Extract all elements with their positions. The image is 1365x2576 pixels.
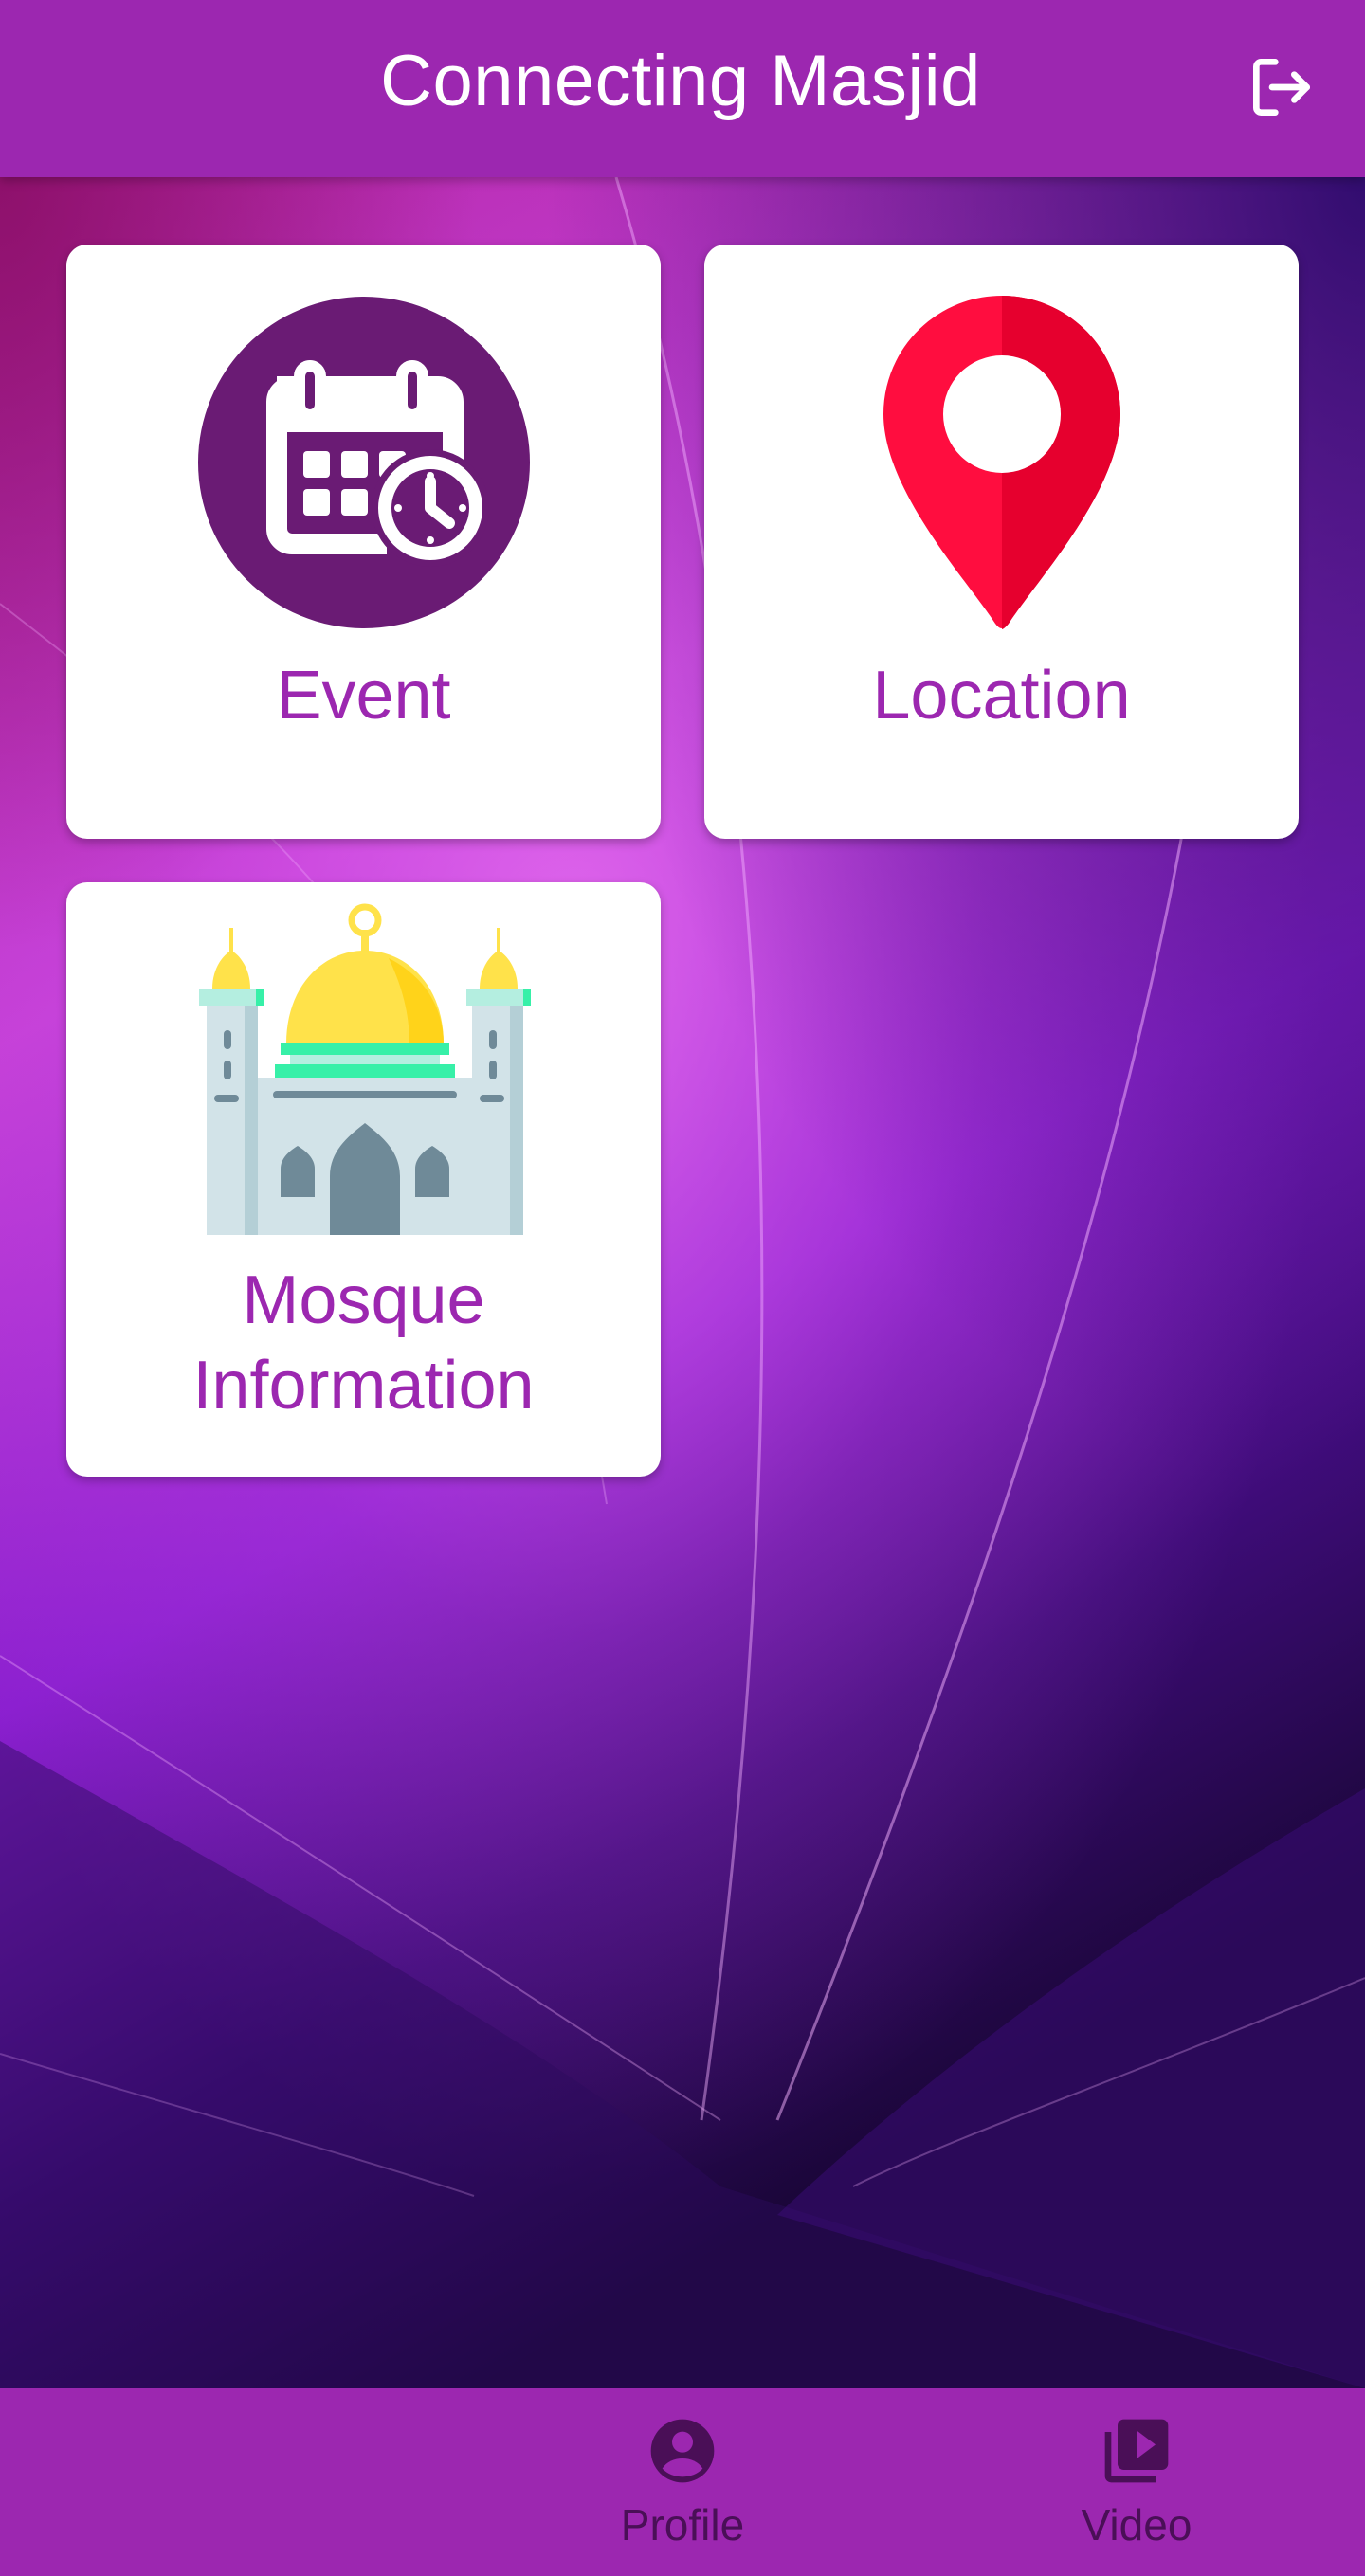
bottom-navigation: Profile Video xyxy=(0,2388,1365,2576)
video-library-icon xyxy=(1104,2419,1169,2483)
account-circle-icon xyxy=(650,2419,715,2483)
nav-item-video[interactable]: Video xyxy=(1023,2413,1250,2565)
calendar-clock-icon xyxy=(198,297,530,628)
nav-item-profile[interactable]: Profile xyxy=(569,2413,796,2565)
logout-icon xyxy=(1253,58,1310,116)
map-pin-icon xyxy=(883,296,1120,629)
mosque-icon xyxy=(199,903,531,1235)
app-bar: Connecting Masjid xyxy=(0,0,1365,177)
mosque-information-label: Mosque Information xyxy=(192,1262,535,1424)
nav-label-profile: Profile xyxy=(620,2500,745,2549)
event-card[interactable]: Event xyxy=(66,245,661,839)
location-label: Location xyxy=(872,658,1131,734)
logout-button[interactable] xyxy=(1238,44,1325,131)
nav-label-video: Video xyxy=(1081,2500,1192,2549)
app-title: Connecting Masjid xyxy=(380,41,981,121)
mosque-information-card[interactable]: Mosque Information xyxy=(66,882,661,1477)
event-label: Event xyxy=(276,658,451,734)
location-card[interactable]: Location xyxy=(704,245,1299,839)
